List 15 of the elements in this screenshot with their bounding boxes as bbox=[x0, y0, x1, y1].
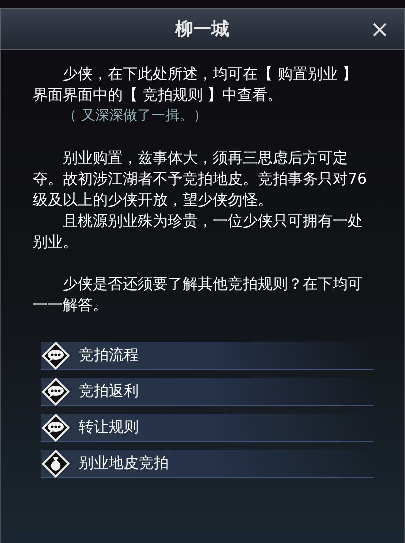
dialog-option[interactable]: 别业地皮竞拍 bbox=[41, 450, 374, 478]
dialog-text: 别业购置，兹事体大，须再三思虑后方可定夺。故初涉江湖者不予竞拍地皮。竞拍事务只对76级及以上的少侠开放，望少侠勿怪。 bbox=[33, 148, 368, 211]
dialog-option[interactable]: 竞拍返利 bbox=[41, 378, 374, 406]
dialog-text: 少侠，在下此处所述，均可在【 购置别业 】界面界面中的【 竞拍规则 】中查看。 bbox=[33, 64, 359, 106]
dialog-text: 少侠是否还须要了解其他竞拍规则？在下均可一一解答。 bbox=[33, 274, 364, 316]
dialog-text: 且桃源别业殊为珍贵，一位少侠只可拥有一处别业。 bbox=[33, 211, 364, 253]
speech-bubble-icon bbox=[41, 340, 71, 370]
speech-bubble-icon bbox=[41, 412, 71, 442]
action-note: （ 又深深做了一揖。） bbox=[62, 107, 208, 126]
close-icon[interactable] bbox=[372, 22, 388, 38]
dialog-option[interactable]: 竞拍流程 bbox=[41, 342, 374, 370]
pouch-icon bbox=[41, 448, 71, 478]
dialog-option[interactable]: 转让规则 bbox=[41, 414, 374, 442]
speech-bubble-icon bbox=[41, 376, 71, 406]
window-title: 柳一城 bbox=[176, 18, 230, 42]
